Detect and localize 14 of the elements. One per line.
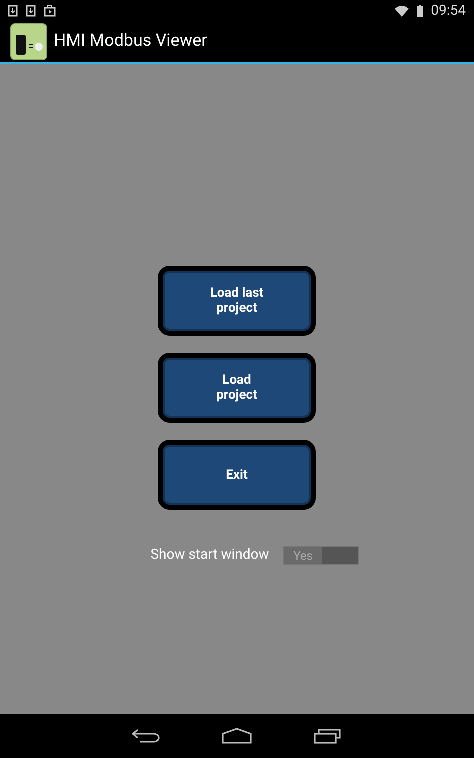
menu-button[interactable]: Load last project	[158, 266, 316, 336]
recent-apps-icon[interactable]	[314, 728, 342, 744]
menu-button[interactable]: Load project	[158, 353, 316, 423]
back-icon[interactable]	[132, 729, 160, 743]
home-icon[interactable]	[222, 728, 252, 744]
download-icon	[8, 5, 18, 17]
app-icon	[10, 23, 48, 61]
battery-icon	[417, 5, 424, 17]
setting-label: Show start window	[150, 546, 270, 565]
download-icon	[26, 5, 36, 17]
menu-button[interactable]: Exit	[158, 440, 316, 510]
clock-time: 09:54	[431, 2, 466, 20]
app-title: HMI Modbus Viewer	[54, 30, 208, 54]
wifi-icon	[395, 6, 410, 16]
